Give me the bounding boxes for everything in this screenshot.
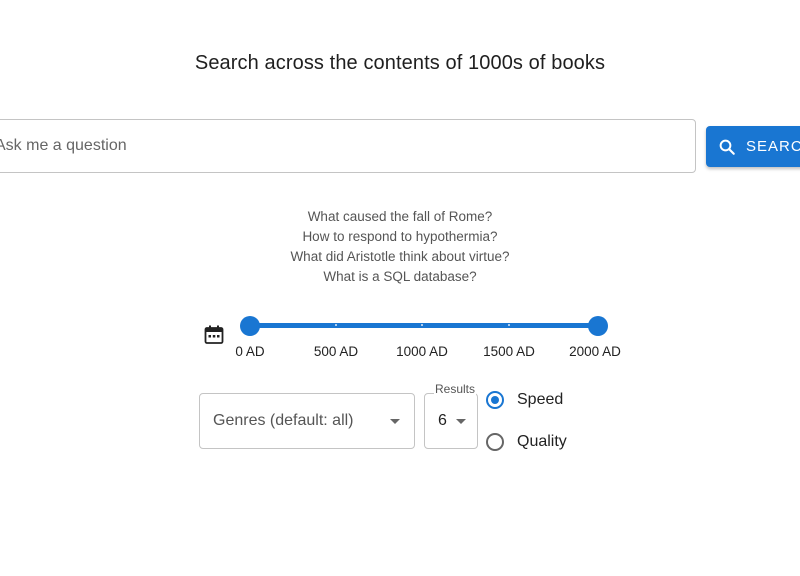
results-select-value: 6 — [438, 412, 447, 429]
example-question-0[interactable]: What caused the fall of Rome? — [0, 207, 800, 227]
search-page: Search across the contents of 1000s of b… — [0, 0, 800, 576]
example-questions: What caused the fall of Rome? How to res… — [0, 207, 800, 287]
slider-mark-1500 — [508, 324, 510, 326]
radio-unchecked-icon[interactable] — [486, 433, 504, 451]
slider-label-2000: 2000 AD — [569, 344, 621, 359]
example-question-3[interactable]: What is a SQL database? — [0, 267, 800, 287]
page-title: Search across the contents of 1000s of b… — [194, 52, 606, 74]
slider-thumb-start[interactable] — [240, 316, 260, 336]
example-question-1[interactable]: How to respond to hypothermia? — [0, 227, 800, 247]
search-field[interactable] — [0, 119, 696, 173]
search-input[interactable] — [0, 120, 685, 172]
search-button-label: SEARCH — [746, 138, 800, 155]
slider-label-0: 0 AD — [235, 344, 265, 359]
search-button[interactable]: SEARCH — [706, 126, 800, 167]
radio-quality-label: Quality — [517, 433, 567, 450]
chevron-down-icon — [390, 419, 400, 424]
slider-label-1500: 1500 AD — [483, 344, 535, 359]
search-icon — [718, 138, 736, 156]
slider-label-1000: 1000 AD — [396, 344, 448, 359]
example-question-2[interactable]: What did Aristotle think about virtue? — [0, 247, 800, 267]
genres-select[interactable]: Genres (default: all) — [199, 393, 415, 449]
results-label: Results — [434, 382, 477, 396]
radio-speed[interactable]: Speed — [486, 391, 563, 409]
calendar-icon — [204, 325, 224, 345]
radio-speed-label: Speed — [517, 391, 564, 408]
slider-mark-1000 — [421, 324, 423, 326]
genres-select-value: Genres (default: all) — [213, 412, 354, 429]
radio-checked-icon[interactable] — [486, 391, 504, 409]
radio-quality[interactable]: Quality — [486, 433, 567, 451]
slider-label-500: 500 AD — [313, 344, 359, 359]
results-select[interactable]: 6 — [424, 393, 478, 449]
slider-thumb-end[interactable] — [588, 316, 608, 336]
slider-mark-500 — [335, 324, 337, 326]
slider-track[interactable] — [250, 323, 598, 328]
chevron-down-icon — [456, 419, 466, 424]
date-range-slider[interactable] — [240, 313, 610, 339]
